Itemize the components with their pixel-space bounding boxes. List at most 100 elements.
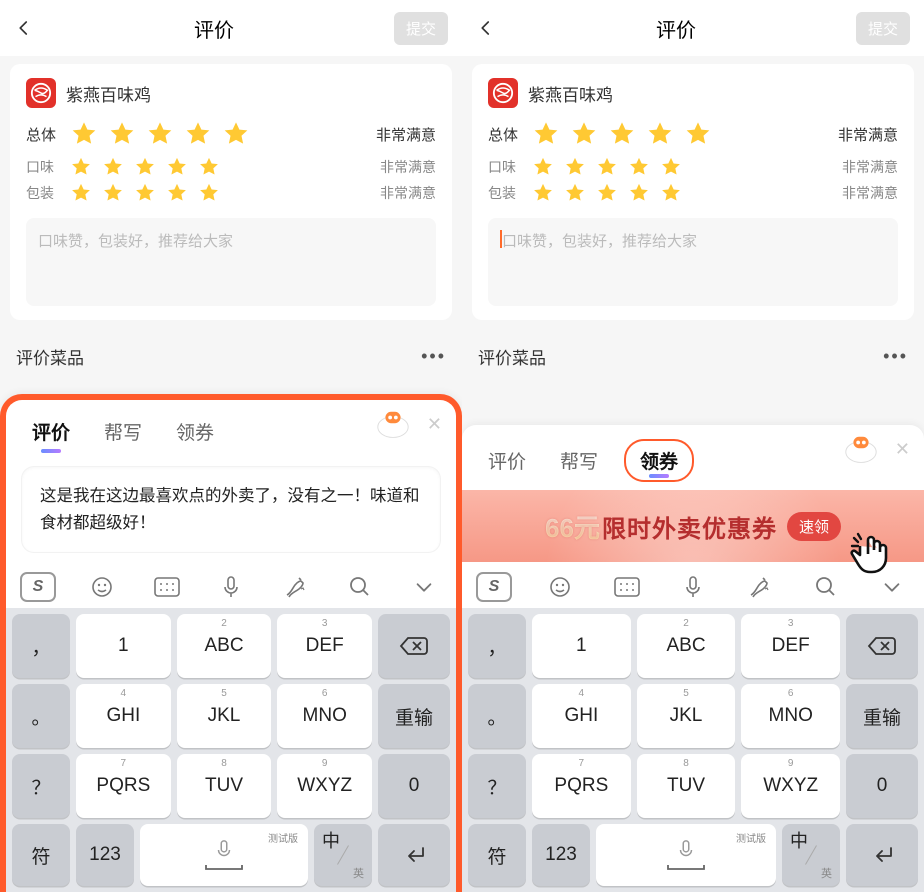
key-def[interactable]: 3DEF [277, 614, 372, 678]
key-ghi[interactable]: 4GHI [532, 684, 631, 748]
emoji-icon[interactable] [542, 572, 578, 602]
key-comma[interactable]: ， [468, 614, 526, 678]
handwrite-icon[interactable] [741, 572, 777, 602]
tab-coupon[interactable]: 领券 [168, 414, 222, 449]
star-icon[interactable] [222, 120, 250, 148]
comment-input[interactable]: 口味赞，包装好，推荐给大家 [26, 218, 436, 306]
key-abc[interactable]: 2ABC [637, 614, 736, 678]
star-icon[interactable] [198, 156, 220, 178]
suggestion-card[interactable]: 这是我在这边最喜欢点的外卖了，没有之一！味道和食材都超级好！ [22, 467, 440, 552]
key-enter[interactable] [378, 824, 450, 886]
star-icon[interactable] [102, 182, 124, 204]
star-icon[interactable] [628, 156, 650, 178]
back-icon[interactable] [476, 18, 496, 38]
tab-review[interactable]: 评价 [24, 414, 78, 449]
key-123[interactable]: 123 [76, 824, 134, 886]
comment-input[interactable]: 口味赞，包装好，推荐给大家 [488, 218, 898, 306]
key-ghi[interactable]: 4GHI [76, 684, 171, 748]
star-icon[interactable] [70, 156, 92, 178]
search-icon[interactable] [342, 572, 378, 602]
back-icon[interactable] [14, 18, 34, 38]
star-icon[interactable] [184, 120, 212, 148]
more-icon[interactable]: ••• [421, 346, 446, 367]
key-123[interactable]: 123 [532, 824, 590, 886]
key-period[interactable]: 。 [12, 684, 70, 748]
key-backspace[interactable] [378, 614, 450, 678]
star-icon[interactable] [102, 156, 124, 178]
key-lang-toggle[interactable]: 中 英 [314, 824, 372, 886]
close-icon[interactable]: ✕ [427, 414, 442, 435]
tab-coupon[interactable]: 领券 [624, 439, 694, 482]
key-def[interactable]: 3DEF [741, 614, 840, 678]
keyboard-layout-icon[interactable] [609, 572, 645, 602]
star-icon[interactable] [70, 120, 98, 148]
star-icon[interactable] [646, 120, 674, 148]
key-wxyz[interactable]: 9WXYZ [741, 754, 840, 818]
coupon-claim-button[interactable]: 速领 [787, 512, 841, 541]
key-period[interactable]: 。 [468, 684, 526, 748]
star-icon[interactable] [660, 182, 682, 204]
key-tuv[interactable]: 8TUV [177, 754, 272, 818]
star-icon[interactable] [70, 182, 92, 204]
key-retype[interactable]: 重输 [378, 684, 450, 748]
key-lang-toggle[interactable]: 中 英 [782, 824, 840, 886]
key-mno[interactable]: 6MNO [741, 684, 840, 748]
coupon-banner[interactable]: 66元 限时外卖优惠券 速领 [462, 490, 924, 562]
star-icon[interactable] [596, 182, 618, 204]
tab-review[interactable]: 评价 [480, 443, 534, 478]
more-icon[interactable]: ••• [883, 346, 908, 367]
tab-help-write[interactable]: 帮写 [552, 443, 606, 478]
close-icon[interactable]: ✕ [895, 439, 910, 460]
star-icon[interactable] [134, 182, 156, 204]
key-retype[interactable]: 重输 [846, 684, 918, 748]
key-jkl[interactable]: 5JKL [177, 684, 272, 748]
key-comma[interactable]: ， [12, 614, 70, 678]
star-icon[interactable] [660, 156, 682, 178]
star-icon[interactable] [146, 120, 174, 148]
key-backspace[interactable] [846, 614, 918, 678]
eval-menu-row[interactable]: 评价菜品 ••• [10, 330, 452, 369]
key-1[interactable]: 1 [76, 614, 171, 678]
submit-button[interactable]: 提交 [394, 12, 448, 45]
star-icon[interactable] [570, 120, 598, 148]
handwrite-icon[interactable] [277, 572, 313, 602]
star-icon[interactable] [564, 182, 586, 204]
star-icon[interactable] [198, 182, 220, 204]
key-space[interactable]: 测试版 [140, 824, 308, 886]
chevron-down-icon[interactable] [406, 572, 442, 602]
star-icon[interactable] [134, 156, 156, 178]
key-symbol[interactable]: 符 [12, 824, 70, 886]
star-icon[interactable] [684, 120, 712, 148]
star-icon[interactable] [532, 182, 554, 204]
star-icon[interactable] [108, 120, 136, 148]
key-zero[interactable]: 0 [846, 754, 918, 818]
search-icon[interactable] [808, 572, 844, 602]
star-icon[interactable] [166, 182, 188, 204]
key-space[interactable]: 测试版 [596, 824, 776, 886]
mic-icon[interactable] [213, 572, 249, 602]
star-icon[interactable] [596, 156, 618, 178]
key-jkl[interactable]: 5JKL [637, 684, 736, 748]
key-zero[interactable]: 0 [378, 754, 450, 818]
star-icon[interactable] [532, 120, 560, 148]
key-1[interactable]: 1 [532, 614, 631, 678]
star-icon[interactable] [166, 156, 188, 178]
star-icon[interactable] [564, 156, 586, 178]
tab-help-write[interactable]: 帮写 [96, 414, 150, 449]
key-pqrs[interactable]: 7PQRS [532, 754, 631, 818]
sogou-logo-icon[interactable]: S [476, 572, 512, 602]
key-wxyz[interactable]: 9WXYZ [277, 754, 372, 818]
sogou-logo-icon[interactable]: S [20, 572, 56, 602]
key-enter[interactable] [846, 824, 918, 886]
key-mno[interactable]: 6MNO [277, 684, 372, 748]
key-abc[interactable]: 2ABC [177, 614, 272, 678]
key-tuv[interactable]: 8TUV [637, 754, 736, 818]
star-icon[interactable] [532, 156, 554, 178]
key-question[interactable]: ？ [12, 754, 70, 818]
star-icon[interactable] [628, 182, 650, 204]
submit-button[interactable]: 提交 [856, 12, 910, 45]
key-question[interactable]: ？ [468, 754, 526, 818]
keyboard-layout-icon[interactable] [149, 572, 185, 602]
key-pqrs[interactable]: 7PQRS [76, 754, 171, 818]
emoji-icon[interactable] [84, 572, 120, 602]
